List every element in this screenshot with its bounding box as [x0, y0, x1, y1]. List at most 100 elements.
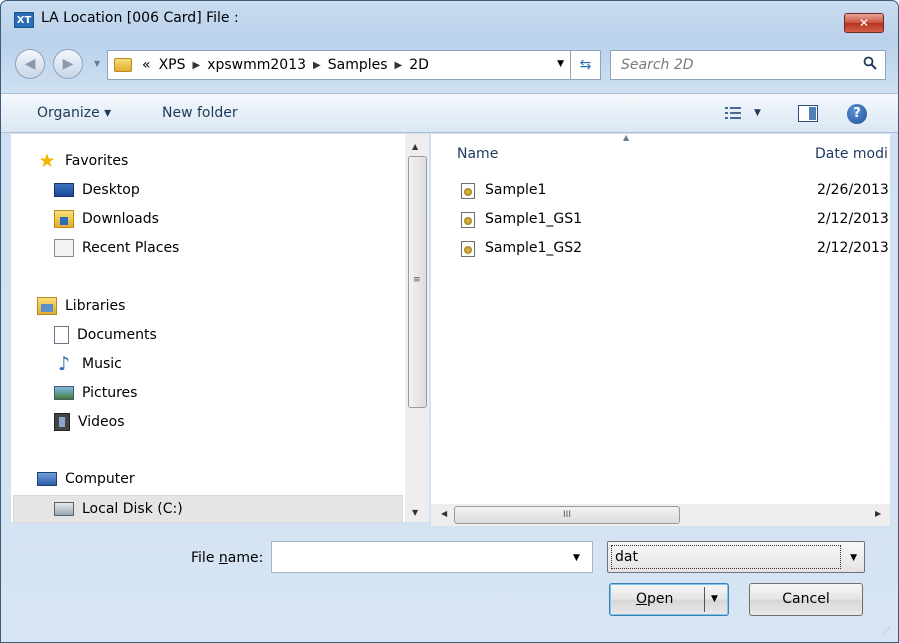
file-row[interactable]: Sample1_GS2 2/12/2013 — [461, 238, 889, 260]
file-name: Sample1_GS2 — [485, 240, 583, 256]
preview-pane-icon[interactable] — [798, 105, 818, 122]
file-type-dropdown-icon[interactable]: ▼ — [850, 553, 857, 563]
search-icon[interactable] — [863, 56, 877, 70]
dat-file-icon — [461, 183, 475, 199]
file-row[interactable]: Sample1_GS1 2/12/2013 — [461, 209, 889, 231]
libraries-icon — [37, 297, 57, 315]
navigation-pane: ★ Favorites Desktop Downloads Recent Pla… — [11, 134, 405, 523]
view-options-icon[interactable] — [725, 106, 741, 120]
nav-item-music[interactable]: ♪ Music — [54, 353, 122, 375]
star-icon: ★ — [38, 150, 56, 172]
nav-item-label: Pictures — [82, 385, 138, 401]
file-name-label-prefix: File — [191, 550, 219, 566]
view-dropdown-icon[interactable]: ▼ — [754, 108, 761, 118]
file-name: Sample1 — [485, 182, 547, 198]
file-name-input[interactable] — [271, 541, 593, 573]
grip-icon: ≡ — [413, 275, 421, 285]
back-button[interactable]: ◀ — [15, 49, 45, 79]
open-button-label: Open — [636, 584, 673, 615]
scrollbar-thumb[interactable]: ≡ — [408, 156, 427, 408]
breadcrumb-separator[interactable]: ▶ — [310, 60, 324, 71]
computer-icon — [37, 472, 57, 486]
close-button[interactable]: ✕ — [844, 13, 884, 33]
nav-item-downloads[interactable]: Downloads — [54, 208, 159, 230]
column-header-name[interactable]: Name — [457, 146, 498, 162]
nav-item-label: Recent Places — [82, 240, 180, 256]
nav-item-pictures[interactable]: Pictures — [54, 382, 137, 404]
nav-item-label: Videos — [78, 414, 125, 430]
file-name-label-suffix: ame: — [227, 550, 264, 566]
file-date: 2/12/2013 — [817, 211, 889, 227]
nav-item-computer[interactable]: Computer — [37, 468, 135, 490]
nav-item-label: Desktop — [82, 182, 140, 198]
nav-item-label: Computer — [65, 471, 135, 487]
nav-item-documents[interactable]: Documents — [54, 324, 157, 346]
file-name: Sample1_GS1 — [485, 211, 583, 227]
scroll-up-icon[interactable]: ▲ — [412, 142, 418, 151]
breadcrumb-xps[interactable]: XPS — [155, 57, 190, 73]
file-list-hscrollbar[interactable]: ◀ III ▶ — [431, 504, 890, 526]
folder-icon — [114, 58, 132, 72]
open-label-rest: pen — [647, 591, 674, 607]
nav-item-local-disk[interactable]: Local Disk (C:) — [13, 495, 403, 523]
file-row[interactable]: Sample1 2/26/2013 — [461, 180, 889, 202]
nav-item-desktop[interactable]: Desktop — [54, 179, 140, 201]
nav-item-label: Favorites — [65, 153, 129, 169]
file-type-select[interactable]: dat ▼ — [607, 541, 865, 573]
nav-item-recent-places[interactable]: Recent Places — [54, 237, 179, 259]
help-icon[interactable]: ? — [847, 104, 867, 124]
breadcrumb-2d[interactable]: 2D — [405, 57, 433, 73]
cancel-button[interactable]: Cancel — [749, 583, 863, 616]
file-list: Name ▲ Date modi Sample1 2/26/2013 Sampl… — [431, 133, 890, 504]
file-name-label-accel: n — [218, 550, 228, 566]
breadcrumb-separator[interactable]: ▶ — [392, 60, 406, 71]
desktop-icon — [54, 183, 74, 197]
address-dropdown-icon[interactable]: ▼ — [557, 59, 564, 69]
nav-item-videos[interactable]: Videos — [54, 411, 125, 433]
file-name-label: File name: — [191, 550, 263, 566]
search-input[interactable] — [611, 51, 851, 79]
scroll-left-icon[interactable]: ◀ — [441, 509, 447, 518]
scroll-down-icon[interactable]: ▼ — [412, 508, 418, 517]
nav-pane-scrollbar[interactable]: ▲ ≡ ▼ — [405, 134, 429, 522]
hscrollbar-thumb[interactable]: III — [454, 506, 680, 524]
open-button[interactable]: Open ▼ — [609, 583, 729, 616]
open-dropdown-icon[interactable]: ▼ — [711, 584, 718, 615]
breadcrumb-samples[interactable]: Samples — [324, 57, 392, 73]
videos-icon — [54, 413, 70, 431]
nav-item-libraries[interactable]: Libraries — [37, 295, 125, 317]
nav-item-label: Local Disk (C:) — [82, 501, 183, 517]
breadcrumb-separator[interactable]: ▶ — [190, 60, 204, 71]
title-bar: XT LA Location [006 Card] File : ✕ — [1, 1, 898, 39]
documents-icon — [54, 326, 69, 344]
file-type-value: dat — [611, 545, 841, 569]
dat-file-icon — [461, 241, 475, 257]
organize-button[interactable]: Organize ▾ — [37, 105, 111, 121]
window-title: LA Location [006 Card] File : — [41, 10, 239, 26]
file-date: 2/12/2013 — [817, 240, 889, 256]
nav-item-label: Libraries — [65, 298, 126, 314]
column-header-date[interactable]: Date modi — [815, 146, 888, 162]
downloads-icon — [54, 210, 74, 228]
file-date: 2/26/2013 — [817, 182, 889, 198]
nav-item-label: Downloads — [82, 211, 159, 227]
scroll-right-icon[interactable]: ▶ — [875, 509, 881, 518]
nav-item-favorites[interactable]: ★ Favorites — [37, 150, 128, 172]
breadcrumb-overflow[interactable]: « — [138, 57, 155, 73]
open-label-accel: O — [636, 591, 648, 607]
command-bar: Organize ▾ New folder ▼ ? — [1, 93, 898, 133]
file-name-dropdown-icon[interactable]: ▼ — [573, 553, 580, 563]
app-icon: XT — [14, 12, 34, 28]
split-divider — [704, 587, 705, 612]
address-bar[interactable]: « XPS ▶ xpswmm2013 ▶ Samples ▶ 2D ▼ ⇆ — [107, 50, 601, 80]
forward-button[interactable]: ▶ — [53, 49, 83, 79]
breadcrumb-xpswmm2013[interactable]: xpswmm2013 — [203, 57, 310, 73]
recent-locations-dropdown[interactable]: ▼ — [94, 59, 100, 68]
new-folder-button[interactable]: New folder — [162, 105, 238, 121]
resize-grip-icon[interactable]: ⋰ — [882, 626, 892, 636]
nav-item-label: Music — [82, 356, 122, 372]
refresh-icon[interactable]: ⇆ — [570, 51, 600, 79]
search-box[interactable] — [610, 50, 886, 80]
open-file-dialog: XT LA Location [006 Card] File : ✕ ◀ ▶ ▼… — [0, 0, 899, 643]
recent-places-icon — [54, 239, 74, 257]
